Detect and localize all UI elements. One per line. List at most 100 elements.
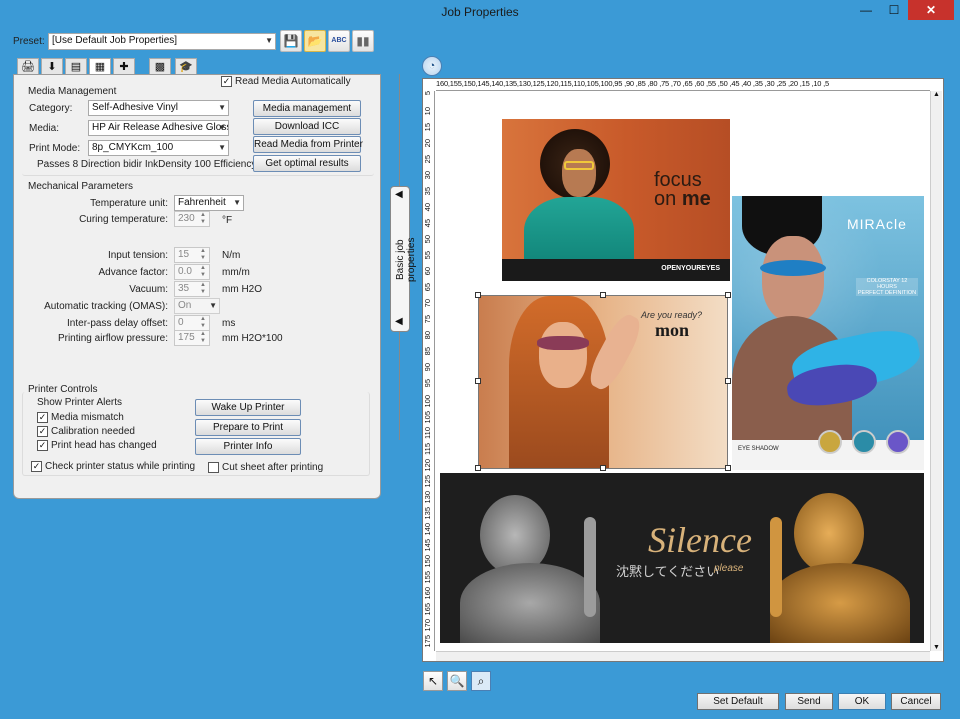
color-tab[interactable]: ✚: [113, 58, 135, 75]
ruler-h-labels: 160,155,150,145,140,135,130,125,120,115,…: [436, 79, 829, 88]
read-media-auto-label: Read Media Automatically: [235, 76, 351, 87]
are-you-ready-image[interactable]: Are you ready? mon: [478, 295, 728, 469]
cancel-button[interactable]: Cancel: [891, 693, 941, 710]
advance-input[interactable]: 0.0 ▲ ▼: [174, 264, 210, 280]
download-icc-button[interactable]: Download ICC: [253, 118, 361, 135]
ruler-v-label: 30: [423, 171, 432, 180]
prepare-to-print-button[interactable]: Prepare to Print: [195, 419, 301, 436]
selection-handle[interactable]: [725, 378, 731, 384]
spinner-arrows-icon[interactable]: ▲ ▼: [198, 331, 208, 345]
get-optimal-results-button[interactable]: Get optimal results: [253, 155, 361, 172]
selection-handle[interactable]: [725, 465, 731, 471]
check-status-checkbox[interactable]: ✓ Check printer status while printing: [31, 461, 195, 472]
preset-value: [Use Default Job Properties]: [52, 35, 178, 46]
silver-finger-shape: [584, 517, 596, 617]
maximize-button[interactable]: ☐: [880, 0, 908, 20]
spinner-arrows-icon[interactable]: ▲ ▼: [198, 248, 208, 262]
input-tension-label: Input tension:: [107, 250, 168, 261]
hat-tab[interactable]: 🎓: [175, 58, 197, 75]
set-default-button[interactable]: Set Default: [697, 693, 779, 710]
selection-handle[interactable]: [725, 292, 731, 298]
minimize-button[interactable]: —: [852, 0, 880, 20]
interpass-label: Inter-pass delay offset:: [67, 318, 168, 329]
media-label: Media:: [29, 123, 60, 134]
miracle-tag2: PERFECT DEFINITION: [857, 290, 917, 296]
spinner-arrows-icon[interactable]: ▲ ▼: [198, 282, 208, 296]
printer-tab[interactable]: 🖨: [17, 58, 39, 75]
media-select[interactable]: HP Air Release Adhesive Gloss Cast▼: [88, 120, 229, 136]
fit-zoom-tool-icon[interactable]: ⌕: [471, 671, 491, 691]
spellcheck-icon[interactable]: ABC: [328, 30, 350, 52]
ruler-v-label: 70: [423, 299, 432, 308]
horizontal-scrollbar[interactable]: [436, 651, 930, 661]
load-icon[interactable]: 📂: [304, 30, 326, 52]
input-tension-value: 15: [178, 249, 190, 260]
printer-info-button[interactable]: Printer Info: [195, 438, 301, 455]
miracle-eye-shadow: EYE SHADOW: [738, 446, 779, 452]
input-tension-input[interactable]: 15 ▲ ▼: [174, 247, 210, 263]
ruler-v-label: 145: [423, 539, 432, 552]
omas-select[interactable]: On ▼: [174, 298, 220, 314]
ruler-v-label: 115: [423, 443, 432, 455]
category-select[interactable]: Self-Adhesive Vinyl ▼: [88, 100, 229, 116]
swatch-purple: [886, 430, 910, 454]
airflow-label: Printing airflow pressure:: [57, 333, 168, 344]
vacuum-input[interactable]: 35 ▲ ▼: [174, 281, 210, 297]
selection-handle[interactable]: [475, 378, 481, 384]
media-mismatch-label: Media mismatch: [51, 412, 124, 423]
printmode-select[interactable]: 8p_CMYKcm_100 ▼: [88, 140, 229, 156]
selection-handle[interactable]: [600, 465, 606, 471]
pointer-tool-icon[interactable]: ↖: [423, 671, 443, 691]
read-media-auto-checkbox[interactable]: ✓ Read Media Automatically: [221, 76, 351, 87]
checkbox-checked-icon: ✓: [37, 440, 48, 451]
calibration-checkbox[interactable]: ✓ Calibration needed: [37, 426, 135, 437]
scroll-down-icon[interactable]: ▼: [931, 644, 942, 651]
vacuum-unit: mm H2O: [222, 284, 262, 295]
curing-value: 230: [178, 213, 195, 224]
focus-on-me-image[interactable]: focus on me OPENYOUREYES: [502, 119, 730, 281]
silence-image[interactable]: Silence 沈黙してください please: [440, 473, 924, 643]
layout-tab[interactable]: ▤: [65, 58, 87, 75]
wake-up-printer-button[interactable]: Wake Up Printer: [195, 399, 301, 416]
scroll-up-icon[interactable]: ▲: [931, 91, 942, 98]
delete-icon[interactable]: ▮▮: [352, 30, 374, 52]
basic-job-properties-toggle[interactable]: ◀ Basic job properties ◀: [390, 186, 417, 332]
selection-handle[interactable]: [600, 292, 606, 298]
ruler-v-label: 110: [423, 427, 432, 439]
vertical-scrollbar[interactable]: ▲ ▼: [930, 91, 942, 651]
vertical-ruler: 5 10 15 20 25 30 35 40 45 50 55 60 65 70 75 80 85 90 95 100…: [423, 91, 435, 651]
ok-button[interactable]: OK: [838, 693, 886, 710]
airflow-input[interactable]: 175 ▲ ▼: [174, 330, 210, 346]
spinner-arrows-icon[interactable]: ▲ ▼: [198, 316, 208, 330]
printhead-checkbox[interactable]: ✓ Print head has changed: [37, 440, 157, 451]
omas-value: On: [178, 300, 192, 311]
spinner-arrows-icon[interactable]: ▲ ▼: [198, 265, 208, 279]
cut-sheet-checkbox[interactable]: Cut sheet after printing: [208, 462, 323, 473]
close-button[interactable]: ✕: [908, 0, 954, 20]
zoom-tool-icon[interactable]: 🔍: [447, 671, 467, 691]
ruler-v-label: 165: [423, 603, 432, 616]
gold-body-shape: [770, 563, 910, 643]
interpass-input[interactable]: 0 ▲ ▼: [174, 315, 210, 331]
sidebar-line: [399, 332, 400, 440]
spinner-arrows-icon[interactable]: ▲ ▼: [198, 212, 208, 226]
ruler-v-label: 155: [423, 571, 432, 584]
save-icon[interactable]: 💾: [280, 30, 302, 52]
miracle-image[interactable]: MIRAcle COLORSTAY 12 HOURS PERFECT DEFINI…: [732, 196, 924, 470]
selection-handle[interactable]: [475, 465, 481, 471]
read-media-button[interactable]: Read Media from Printer: [253, 136, 363, 153]
ruler-v-label: 85: [423, 347, 432, 356]
clock-icon[interactable]: ◔: [422, 56, 442, 76]
temp-unit-select[interactable]: Fahrenheit ▼: [174, 195, 244, 211]
media-management-button[interactable]: Media management: [253, 100, 361, 117]
input-tab[interactable]: ⬇: [41, 58, 63, 75]
selection-handle[interactable]: [475, 292, 481, 298]
media-value: HP Air Release Adhesive Gloss Cast: [92, 122, 229, 133]
preset-select[interactable]: [Use Default Job Properties] ▼: [48, 33, 276, 50]
media-mismatch-checkbox[interactable]: ✓ Media mismatch: [37, 412, 124, 423]
chevron-down-icon: ▼: [233, 198, 241, 207]
curing-input[interactable]: 230 ▲ ▼: [174, 211, 210, 227]
finishing-tab[interactable]: ▩: [149, 58, 171, 75]
send-button[interactable]: Send: [785, 693, 833, 710]
ruler-v-label: 75: [423, 315, 432, 324]
